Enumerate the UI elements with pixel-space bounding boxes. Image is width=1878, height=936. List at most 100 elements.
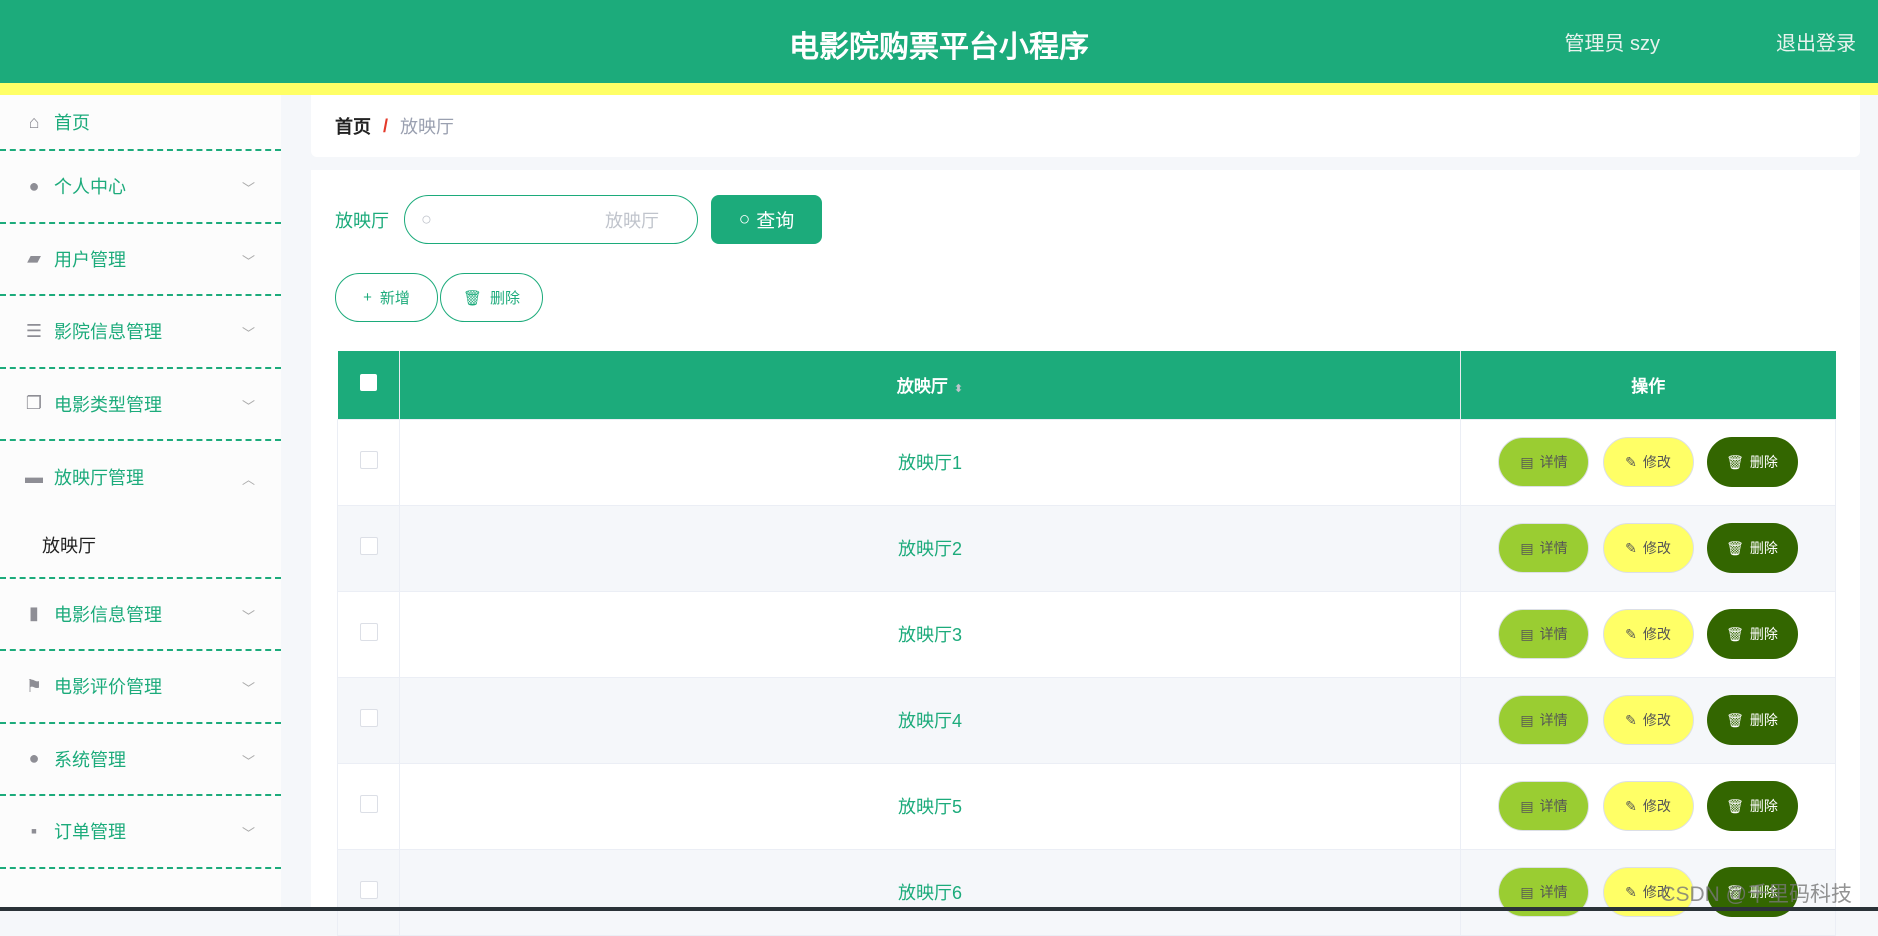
table-row: 放映厅5 ▤ 详情 ✎ 修改 🗑 删除: [337, 762, 1836, 850]
sidebar-item-label: 影院信息管理: [54, 322, 162, 343]
sidebar-item-label: 首页: [54, 113, 90, 133]
flag-icon: ⚑: [25, 675, 43, 696]
document-icon: ▤: [1520, 539, 1534, 556]
chevron-down-icon: ﹀: [241, 398, 255, 414]
row-checkbox[interactable]: [359, 880, 378, 899]
watermark: CSDN @千里码科技: [1660, 883, 1852, 906]
plus-icon: +: [363, 289, 372, 306]
sidebar-item-label: 系统管理: [54, 749, 126, 770]
detail-button[interactable]: ▤ 详情: [1498, 437, 1590, 487]
edit-label: 修改: [1642, 454, 1671, 470]
search-label: 放映厅: [335, 211, 389, 231]
pencil-icon: ✎: [1625, 625, 1637, 642]
hall-name-cell: 放映厅4: [399, 676, 1461, 764]
table-row: 放映厅4 ▤ 详情 ✎ 修改 🗑 删除: [337, 676, 1836, 764]
sidebar-item-profile[interactable]: ● 个人中心 ﹀: [0, 151, 281, 224]
search-icon: ○: [421, 209, 432, 229]
delete-label: 删除: [1749, 454, 1778, 470]
edit-label: 修改: [1642, 798, 1671, 814]
content-card: 放映厅 ○ 放映厅 ○ 查询 + 新增 🗑 删除 放映厅 ⬍ 操作 放映厅1 ▤ 详情 ✎ 修…: [311, 170, 1860, 936]
query-label: 查询: [756, 211, 795, 232]
delete-button[interactable]: 🗑 删除: [1706, 781, 1798, 831]
detail-button[interactable]: ▤ 详情: [1498, 695, 1590, 745]
delete-button[interactable]: 🗑 删除: [1706, 523, 1798, 573]
trash-icon: 🗑: [1726, 711, 1744, 728]
detail-button[interactable]: ▤ 详情: [1498, 523, 1590, 573]
batch-delete-button[interactable]: 🗑 删除: [440, 273, 543, 322]
detail-button[interactable]: ▤ 详情: [1498, 781, 1590, 831]
row-actions-cell: ▤ 详情 ✎ 修改 🗑 删除: [1460, 590, 1836, 678]
delete-button[interactable]: 🗑 删除: [1706, 437, 1798, 487]
detail-label: 详情: [1539, 884, 1568, 900]
row-checkbox[interactable]: [359, 622, 378, 641]
row-select-cell: [337, 676, 400, 764]
row-select-cell: [337, 504, 400, 592]
pencil-icon: ✎: [1625, 883, 1637, 900]
table-row: 放映厅1 ▤ 详情 ✎ 修改 🗑 删除: [337, 418, 1836, 506]
detail-button[interactable]: ▤ 详情: [1498, 609, 1590, 659]
breadcrumb: 首页 / 放映厅: [311, 95, 1860, 157]
hall-name-cell: 放映厅6: [399, 848, 1461, 936]
row-actions-cell: ▤ 详情 ✎ 修改 🗑 删除: [1460, 676, 1836, 764]
sidebar-subitem-hall[interactable]: 放映厅: [0, 514, 281, 577]
copy-icon: ❐: [25, 393, 43, 414]
sidebar-item-users[interactable]: ▰ 用户管理 ﹀: [0, 224, 281, 296]
sort-icon[interactable]: ⬍: [954, 383, 963, 395]
sidebar-group-hall: ▬ 放映厅管理 ︿ 放映厅: [0, 441, 281, 579]
row-select-cell: [337, 590, 400, 678]
edit-button[interactable]: ✎ 修改: [1602, 609, 1694, 659]
add-label: 新增: [379, 290, 410, 307]
column-header-hall[interactable]: 放映厅 ⬍: [399, 351, 1461, 419]
delete-button[interactable]: 🗑 删除: [1706, 695, 1798, 745]
taskbar-strip: [0, 907, 1878, 911]
sidebar-item-system[interactable]: ● 系统管理 ﹀: [0, 724, 281, 796]
sidebar-item-cinema[interactable]: ☰ 影院信息管理 ﹀: [0, 296, 281, 369]
sidebar-item-hall[interactable]: ▬ 放映厅管理 ︿: [0, 441, 281, 514]
detail-label: 详情: [1539, 540, 1568, 556]
breadcrumb-separator: /: [383, 115, 389, 136]
edit-button[interactable]: ✎ 修改: [1602, 695, 1694, 745]
sidebar-item-movie-info[interactable]: ▮ 电影信息管理 ﹀: [0, 579, 281, 651]
pencil-icon: ✎: [1625, 453, 1637, 470]
breadcrumb-current: 放映厅: [400, 117, 455, 137]
hall-name-cell: 放映厅3: [399, 590, 1461, 678]
edit-label: 修改: [1642, 712, 1671, 728]
logout-link[interactable]: 退出登录: [1776, 27, 1856, 56]
row-checkbox[interactable]: [359, 536, 378, 555]
chevron-down-icon: ﹀: [241, 253, 255, 269]
trash-icon: 🗑: [1726, 453, 1744, 470]
detail-label: 详情: [1539, 798, 1568, 814]
edit-button[interactable]: ✎ 修改: [1602, 437, 1694, 487]
sidebar-item-orders[interactable]: ▪ 订单管理 ﹀: [0, 796, 281, 869]
row-checkbox[interactable]: [359, 794, 378, 813]
sidebar-item-movie-type[interactable]: ❐ 电影类型管理 ﹀: [0, 369, 281, 441]
chevron-down-icon: ﹀: [241, 826, 255, 842]
delete-button[interactable]: 🗑 删除: [1706, 609, 1798, 659]
chevron-down-icon: ﹀: [241, 608, 255, 624]
add-button[interactable]: + 新增: [335, 273, 438, 322]
edit-label: 修改: [1642, 626, 1671, 642]
chevron-down-icon: ﹀: [241, 181, 255, 197]
sidebar-item-label: 电影评价管理: [54, 677, 162, 698]
table-row: 放映厅3 ▤ 详情 ✎ 修改 🗑 删除: [337, 590, 1836, 678]
edit-button[interactable]: ✎ 修改: [1602, 523, 1694, 573]
delete-label: 删除: [490, 290, 521, 307]
detail-label: 详情: [1539, 712, 1568, 728]
column-header-actions: 操作: [1460, 351, 1836, 419]
search-input[interactable]: ○ 放映厅: [404, 195, 698, 244]
query-button[interactable]: ○ 查询: [711, 195, 822, 244]
row-checkbox[interactable]: [359, 708, 378, 727]
breadcrumb-home[interactable]: 首页: [335, 113, 371, 139]
row-checkbox[interactable]: [359, 450, 378, 469]
detail-label: 详情: [1539, 626, 1568, 642]
search-icon: ○: [738, 208, 751, 230]
edit-button[interactable]: ✎ 修改: [1602, 781, 1694, 831]
trash-icon: 🗑: [1726, 539, 1744, 556]
sidebar-item-home[interactable]: ⌂ 首页: [0, 95, 281, 151]
search-placeholder: 放映厅: [605, 210, 659, 231]
chevron-down-icon: ﹀: [241, 326, 255, 342]
hall-table: 放映厅 ⬍ 操作 放映厅1 ▤ 详情 ✎ 修改 🗑 删除 放映厅2 ▤ 详情 ✎ 修改 🗑 删…: [337, 351, 1836, 936]
sidebar-item-review[interactable]: ⚑ 电影评价管理 ﹀: [0, 651, 281, 724]
row-actions-cell: ▤ 详情 ✎ 修改 🗑 删除: [1460, 762, 1836, 850]
select-all-checkbox[interactable]: [359, 373, 377, 391]
